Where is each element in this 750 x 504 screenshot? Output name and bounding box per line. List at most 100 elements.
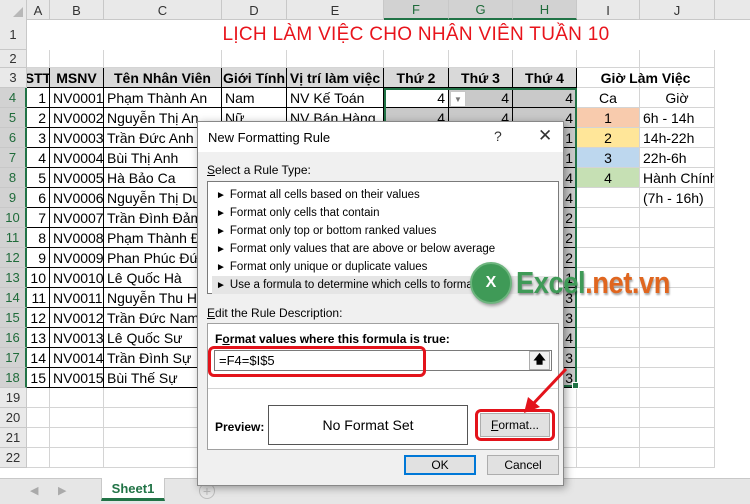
table-cell-stt[interactable]: 2 [27, 108, 50, 128]
shift-col-ca[interactable]: Ca [577, 88, 640, 108]
grid-cell[interactable] [577, 328, 640, 348]
row-header-22[interactable]: 22 [0, 448, 27, 468]
row-header-21[interactable]: 21 [0, 428, 27, 448]
grid-cell[interactable] [27, 50, 50, 68]
table-cell-name[interactable]: Phạm Thành An [104, 88, 222, 108]
table-cell-stt[interactable]: 10 [27, 268, 50, 288]
grid-cell[interactable] [27, 448, 50, 468]
row-header-6[interactable]: 6 [0, 128, 27, 148]
row-header-2[interactable]: 2 [0, 50, 27, 68]
grid-cell[interactable] [577, 448, 640, 468]
shift-ca[interactable]: 1 [577, 108, 640, 128]
grid-cell[interactable] [640, 208, 715, 228]
row-header-5[interactable]: 5 [0, 108, 27, 128]
sheet-tab-sheet1[interactable]: Sheet1 [101, 478, 165, 501]
table-cell-stt[interactable]: 4 [27, 148, 50, 168]
table-cell-msnv[interactable]: NV0008 [50, 228, 104, 248]
table-cell-stt[interactable]: 1 [27, 88, 50, 108]
table-header[interactable]: Thứ 3 [449, 68, 513, 88]
row-header-18[interactable]: 18 [0, 368, 27, 388]
dialog-titlebar[interactable]: New Formatting Rule ? ✕ [198, 122, 563, 152]
collapse-dialog-button[interactable]: 🡅 [529, 351, 550, 370]
grid-cell[interactable] [50, 388, 104, 408]
column-header-f[interactable]: F [384, 0, 449, 20]
row-header-3[interactable]: 3 [0, 68, 27, 88]
table-cell-msnv[interactable]: NV0004 [50, 148, 104, 168]
column-header-i[interactable]: I [577, 0, 640, 20]
table-cell-gender[interactable]: Nam [222, 88, 287, 108]
column-header-h[interactable]: H [513, 0, 577, 20]
rule-type-item[interactable]: ► Format only values that are above or be… [212, 240, 556, 258]
format-button[interactable]: Format... [480, 413, 550, 437]
shift-table-title[interactable]: Giờ Làm Việc [577, 68, 715, 88]
table-cell-t4[interactable]: 4 [513, 88, 577, 108]
grid-cell[interactable] [640, 268, 715, 288]
grid-cell[interactable] [27, 428, 50, 448]
table-cell-t2[interactable]: 4 [384, 88, 449, 108]
column-header-a[interactable]: A [27, 0, 50, 20]
column-header-g[interactable]: G [449, 0, 513, 20]
table-cell-stt[interactable]: 7 [27, 208, 50, 228]
grid-cell[interactable] [577, 368, 640, 388]
grid-cell[interactable] [577, 268, 640, 288]
shift-gio[interactable]: 14h-22h [640, 128, 715, 148]
column-header-d[interactable]: D [222, 0, 287, 20]
fill-handle[interactable] [572, 382, 579, 389]
row-header-13[interactable]: 13 [0, 268, 27, 288]
close-icon[interactable]: ✕ [538, 126, 552, 146]
column-header-j[interactable]: J [640, 0, 715, 20]
grid-cell[interactable] [640, 388, 715, 408]
grid-cell[interactable] [640, 228, 715, 248]
table-header[interactable]: Vị trí làm việc [287, 68, 384, 88]
table-cell-msnv[interactable]: NV0003 [50, 128, 104, 148]
column-header-c[interactable]: C [104, 0, 222, 20]
grid-cell[interactable] [50, 50, 104, 68]
grid-cell[interactable] [640, 348, 715, 368]
rule-type-item[interactable]: ► Use a formula to determine which cells … [212, 276, 556, 294]
rule-type-item[interactable]: ► Format only top or bottom ranked values [212, 222, 556, 240]
column-header-e[interactable]: E [287, 0, 384, 20]
table-header[interactable]: MSNV [50, 68, 104, 88]
ok-button[interactable]: OK [404, 455, 476, 475]
grid-cell[interactable] [640, 50, 715, 68]
row-header-11[interactable]: 11 [0, 228, 27, 248]
row-header-12[interactable]: 12 [0, 248, 27, 268]
grid-cell[interactable] [50, 408, 104, 428]
grid-cell[interactable] [577, 188, 640, 208]
table-header[interactable]: Tên Nhân Viên [104, 68, 222, 88]
grid-cell[interactable] [577, 50, 640, 68]
row-header-14[interactable]: 14 [0, 288, 27, 308]
row-header-17[interactable]: 17 [0, 348, 27, 368]
grid-cell[interactable] [640, 288, 715, 308]
table-cell-msnv[interactable]: NV0002 [50, 108, 104, 128]
grid-cell[interactable] [640, 448, 715, 468]
table-cell-stt[interactable]: 5 [27, 168, 50, 188]
table-header[interactable]: STT [27, 68, 50, 88]
table-header[interactable]: Giới Tính [222, 68, 287, 88]
row-header-20[interactable]: 20 [0, 408, 27, 428]
row-header-19[interactable]: 19 [0, 388, 27, 408]
grid-cell[interactable] [222, 50, 287, 68]
table-cell-stt[interactable]: 12 [27, 308, 50, 328]
table-cell-stt[interactable]: 15 [27, 368, 50, 388]
row-header-9[interactable]: 9 [0, 188, 27, 208]
grid-cell[interactable] [577, 288, 640, 308]
table-cell-msnv[interactable]: NV0014 [50, 348, 104, 368]
shift-gio[interactable]: 22h-6h [640, 148, 715, 168]
grid-cell[interactable] [577, 228, 640, 248]
row-header-1[interactable]: 1 [0, 20, 27, 50]
grid-cell[interactable] [640, 368, 715, 388]
table-cell-msnv[interactable]: NV0012 [50, 308, 104, 328]
grid-cell[interactable] [640, 328, 715, 348]
shift-gio[interactable]: Hành Chính [640, 168, 715, 188]
table-cell-stt[interactable]: 9 [27, 248, 50, 268]
table-header[interactable]: Thứ 4 [513, 68, 577, 88]
rule-type-item[interactable]: ► Format all cells based on their values [212, 186, 556, 204]
grid-cell[interactable] [577, 388, 640, 408]
grid-cell[interactable] [50, 448, 104, 468]
row-header-15[interactable]: 15 [0, 308, 27, 328]
grid-cell[interactable] [640, 428, 715, 448]
formula-input[interactable] [214, 350, 552, 371]
grid-cell[interactable] [577, 428, 640, 448]
grid-cell[interactable] [384, 50, 449, 68]
